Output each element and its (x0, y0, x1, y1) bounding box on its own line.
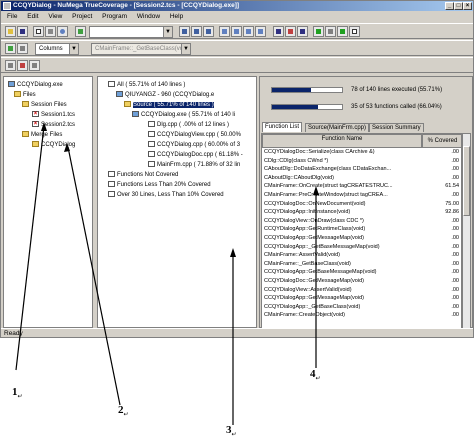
callout-3-mark: ↵ (231, 432, 237, 438)
callout-2-mark: ↵ (123, 412, 129, 419)
arrow-1 (15, 125, 45, 371)
arrowhead-2 (64, 143, 70, 152)
annotation-arrows (15, 122, 319, 425)
callout-1-mark: ↵ (17, 394, 23, 401)
arrowhead-3 (230, 248, 236, 257)
callout-4-mark: ↵ (315, 376, 321, 383)
arrow-2 (67, 146, 121, 406)
callout-1: 1↵ (12, 386, 23, 400)
arrowhead-1 (41, 122, 47, 131)
callout-3: 3↵ (226, 424, 237, 438)
arrowhead-4 (313, 186, 319, 195)
callout-4: 4↵ (310, 368, 321, 382)
callout-2: 2↵ (118, 404, 129, 418)
